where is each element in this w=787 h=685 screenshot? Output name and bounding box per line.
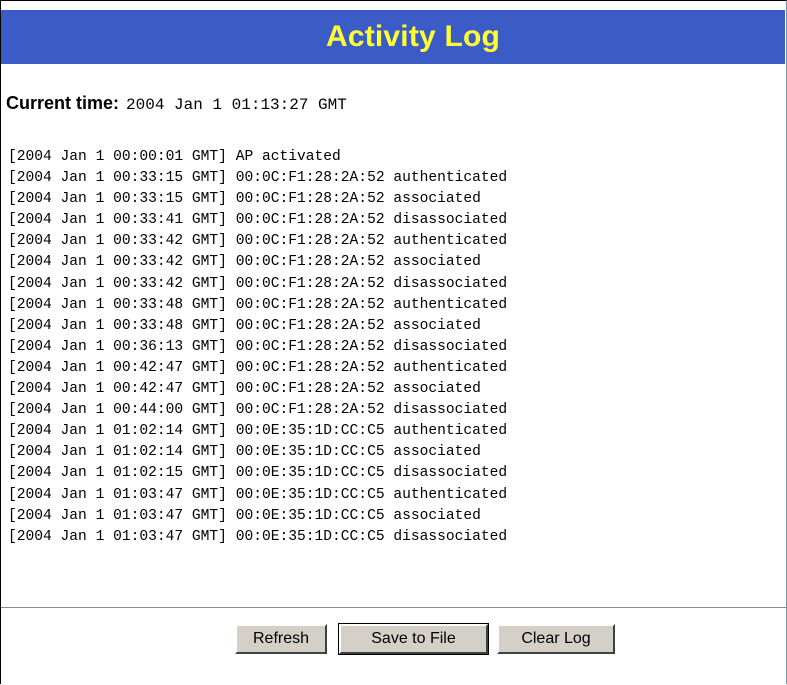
log-entry: [2004 Jan 1 00:33:15 GMT] 00:0C:F1:28:2A… bbox=[8, 191, 481, 208]
log-entry: [2004 Jan 1 01:02:14 GMT] 00:0E:35:1D:CC… bbox=[8, 444, 481, 461]
current-time-label: Current time: bbox=[6, 93, 120, 113]
log-entry: [2004 Jan 1 00:33:42 GMT] 00:0C:F1:28:2A… bbox=[8, 233, 508, 250]
current-time-row: Current time: 2004 Jan 1 01:13:27 GMT bbox=[6, 93, 347, 114]
button-row: Refresh Save to File Clear Log bbox=[0, 623, 787, 656]
page-title: Activity Log bbox=[325, 20, 501, 53]
log-entry: [2004 Jan 1 01:03:47 GMT] 00:0E:35:1D:CC… bbox=[8, 528, 508, 545]
log-entry: [2004 Jan 1 00:33:48 GMT] 00:0C:F1:28:2A… bbox=[8, 296, 508, 313]
log-entry: [2004 Jan 1 01:02:15 GMT] 00:0E:35:1D:CC… bbox=[8, 465, 508, 482]
log-entry: [2004 Jan 1 00:36:13 GMT] 00:0C:F1:28:2A… bbox=[8, 338, 508, 355]
log-entry: [2004 Jan 1 01:03:47 GMT] 00:0E:35:1D:CC… bbox=[8, 486, 508, 503]
activity-log-list: [2004 Jan 1 00:00:01 GMT] AP activated [… bbox=[8, 147, 507, 548]
clear-log-button[interactable]: Clear Log bbox=[497, 624, 615, 654]
log-entry: [2004 Jan 1 00:33:41 GMT] 00:0C:F1:28:2A… bbox=[8, 212, 508, 229]
log-entry: [2004 Jan 1 00:33:15 GMT] 00:0C:F1:28:2A… bbox=[8, 170, 508, 187]
save-to-file-button[interactable]: Save to File bbox=[338, 623, 489, 655]
refresh-button[interactable]: Refresh bbox=[235, 624, 327, 654]
log-entry: [2004 Jan 1 00:33:42 GMT] 00:0C:F1:28:2A… bbox=[8, 254, 481, 271]
log-entry: [2004 Jan 1 01:02:14 GMT] 00:0E:35:1D:CC… bbox=[8, 423, 508, 440]
log-entry: [2004 Jan 1 00:33:48 GMT] 00:0C:F1:28:2A… bbox=[8, 317, 481, 334]
section-divider bbox=[1, 607, 786, 609]
log-entry: [2004 Jan 1 01:03:47 GMT] 00:0E:35:1D:CC… bbox=[8, 507, 481, 524]
log-entry: [2004 Jan 1 00:33:42 GMT] 00:0C:F1:28:2A… bbox=[8, 275, 508, 292]
log-entry: [2004 Jan 1 00:42:47 GMT] 00:0C:F1:28:2A… bbox=[8, 381, 481, 398]
log-entry: [2004 Jan 1 00:00:01 GMT] AP activated bbox=[8, 149, 341, 165]
header-bar: Activity Log bbox=[1, 10, 785, 64]
log-entry: [2004 Jan 1 00:42:47 GMT] 00:0C:F1:28:2A… bbox=[8, 359, 508, 376]
current-time-value: 2004 Jan 1 01:13:27 GMT bbox=[126, 96, 347, 114]
log-entry: [2004 Jan 1 00:44:00 GMT] 00:0C:F1:28:2A… bbox=[8, 402, 508, 419]
